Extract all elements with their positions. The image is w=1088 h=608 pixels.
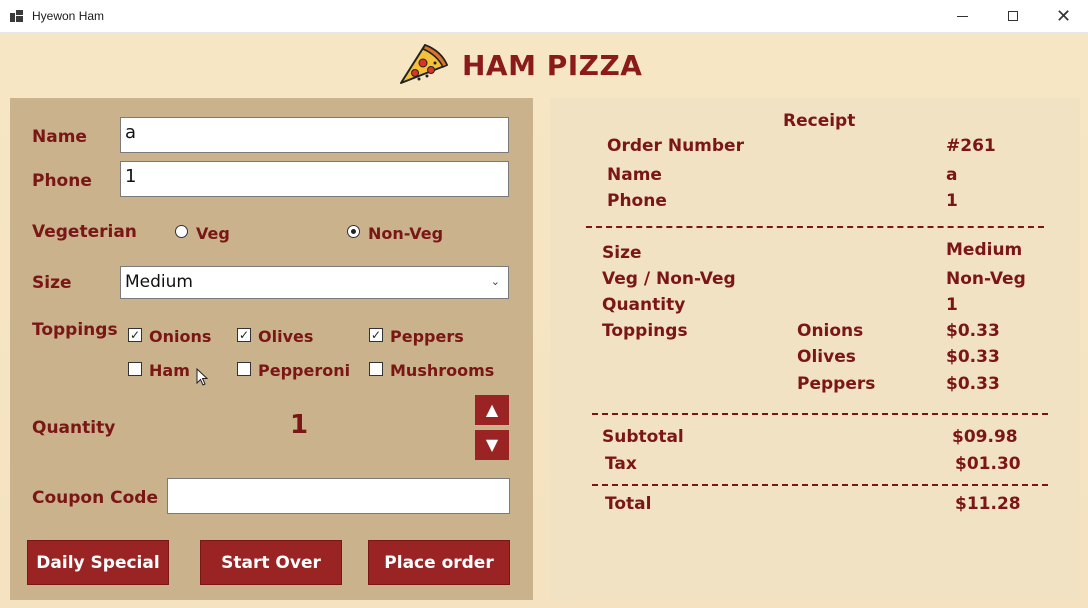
- receipt-topping-name: Onions: [797, 321, 864, 341]
- tax-label: Tax: [605, 454, 637, 474]
- coupon-input[interactable]: [167, 478, 510, 514]
- size-label: Size: [32, 273, 72, 293]
- receipt-size-value: Medium: [946, 240, 1023, 260]
- receipt-quantity-value: 1: [946, 295, 958, 315]
- place-order-button[interactable]: Place order: [368, 540, 510, 585]
- onions-option-label[interactable]: Onions: [149, 327, 211, 346]
- tax-value: $01.30: [955, 454, 1021, 474]
- close-icon: ✕: [1056, 6, 1072, 27]
- receipt-topping-price: $0.33: [946, 321, 1000, 341]
- phone-label: Phone: [32, 171, 92, 191]
- quantity-up-button[interactable]: ▲: [475, 395, 509, 425]
- receipt-name-value: a: [946, 165, 958, 185]
- quantity-down-button[interactable]: ▼: [475, 430, 509, 460]
- total-value: $11.28: [955, 494, 1021, 514]
- maximize-icon: [1008, 11, 1018, 21]
- window-title: Hyewon Ham: [32, 9, 105, 23]
- receipt-name-label: Name: [607, 165, 662, 185]
- peppers-checkbox[interactable]: ✓: [369, 328, 383, 342]
- vegetarian-label: Vegeterian: [32, 222, 137, 242]
- window-titlebar: Hyewon Ham ✕: [0, 0, 1088, 33]
- pepperoni-option-label[interactable]: Pepperoni: [258, 361, 350, 380]
- veg-radio[interactable]: [175, 225, 188, 238]
- mushrooms-checkbox[interactable]: [369, 362, 383, 376]
- nonveg-option-label[interactable]: Non-Veg: [368, 224, 443, 243]
- app-icon: [10, 10, 23, 22]
- receipt-diet-label: Veg / Non-Veg: [602, 269, 736, 289]
- receipt-size-label: Size: [602, 243, 642, 263]
- receipt-divider: [592, 413, 1048, 415]
- subtotal-label: Subtotal: [602, 427, 684, 447]
- peppers-option-label[interactable]: Peppers: [390, 327, 464, 346]
- receipt-phone-value: 1: [946, 191, 958, 211]
- daily-special-button[interactable]: Daily Special: [27, 540, 169, 585]
- brand-title: HAM PIZZA: [462, 49, 643, 82]
- subtotal-value: $09.98: [952, 427, 1018, 447]
- onions-checkbox[interactable]: ✓: [128, 328, 142, 342]
- olives-option-label[interactable]: Olives: [258, 327, 313, 346]
- receipt-quantity-label: Quantity: [602, 295, 686, 315]
- receipt-toppings-label: Toppings: [602, 321, 688, 341]
- total-label: Total: [605, 494, 652, 514]
- minimize-icon: [957, 16, 968, 17]
- veg-option-label[interactable]: Veg: [196, 224, 230, 243]
- start-over-button[interactable]: Start Over: [200, 540, 342, 585]
- chevron-down-icon: ⌄: [490, 275, 500, 288]
- coupon-label: Coupon Code: [32, 488, 158, 508]
- phone-input[interactable]: 1: [120, 161, 509, 197]
- pizza-slice-icon: [400, 44, 448, 84]
- receipt-title: Receipt: [783, 111, 856, 131]
- toppings-label: Toppings: [32, 320, 118, 340]
- mouse-cursor-icon: [196, 368, 208, 386]
- ham-checkbox[interactable]: [128, 362, 142, 376]
- receipt-divider: [592, 484, 1048, 486]
- receipt-topping-name: Olives: [797, 347, 856, 367]
- ham-option-label[interactable]: Ham: [149, 361, 190, 380]
- order-number-value: #261: [946, 136, 996, 156]
- quantity-label: Quantity: [32, 418, 116, 438]
- order-number-label: Order Number: [607, 136, 744, 156]
- receipt-divider: [586, 226, 1044, 228]
- mushrooms-option-label[interactable]: Mushrooms: [390, 361, 494, 380]
- olives-checkbox[interactable]: ✓: [237, 328, 251, 342]
- receipt-phone-label: Phone: [607, 191, 667, 211]
- pepperoni-checkbox[interactable]: [237, 362, 251, 376]
- receipt-diet-value: Non-Veg: [946, 269, 1026, 289]
- maximize-button[interactable]: [990, 0, 1038, 33]
- quantity-value: 1: [290, 410, 309, 440]
- name-label: Name: [32, 127, 87, 147]
- receipt-topping-price: $0.33: [946, 347, 1000, 367]
- close-button[interactable]: ✕: [1040, 0, 1088, 33]
- minimize-button[interactable]: [940, 0, 988, 33]
- name-input[interactable]: a: [120, 117, 509, 153]
- receipt-topping-price: $0.33: [946, 374, 1000, 394]
- size-select[interactable]: Medium ⌄: [120, 266, 509, 299]
- size-select-value: Medium: [125, 272, 193, 292]
- receipt-topping-name: Peppers: [797, 374, 876, 394]
- nonveg-radio[interactable]: [347, 225, 360, 238]
